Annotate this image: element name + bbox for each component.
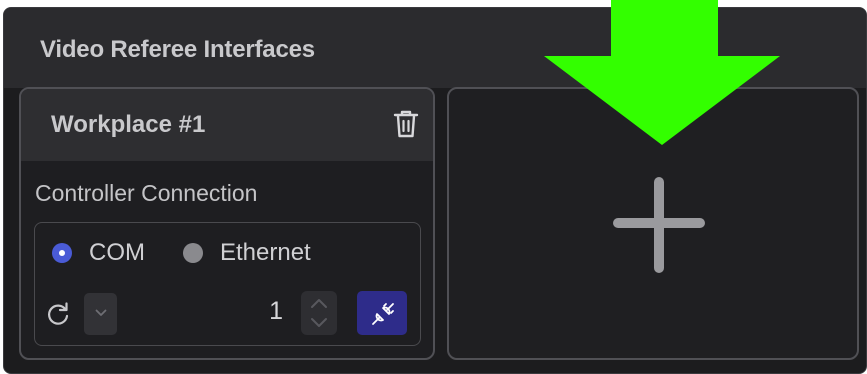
- plus-icon-bar: [613, 218, 705, 228]
- workplace-card: Workplace #1 Controller Connection COM E…: [19, 87, 435, 360]
- ethernet-label: Ethernet: [220, 239, 311, 266]
- panel-title: Video Referee Interfaces: [40, 36, 315, 63]
- port-number-stepper[interactable]: [301, 291, 337, 335]
- connect-button[interactable]: [357, 291, 407, 335]
- workplace-header: Workplace #1: [21, 89, 433, 161]
- chevron-down-icon: [95, 309, 107, 316]
- port-number-value[interactable]: 1: [125, 297, 283, 326]
- refresh-icon[interactable]: [46, 301, 70, 327]
- ethernet-radio[interactable]: [183, 243, 203, 263]
- stepper-arrows-icon: [311, 299, 327, 327]
- controller-connection-label: Controller Connection: [35, 180, 258, 206]
- port-select[interactable]: [84, 293, 117, 335]
- plug-connect-icon: [372, 303, 394, 325]
- com-radio[interactable]: [52, 243, 72, 263]
- trash-icon[interactable]: [392, 109, 420, 139]
- com-label: COM: [89, 239, 145, 266]
- connection-settings-box: COM Ethernet 1: [34, 222, 421, 346]
- workplace-title: Workplace #1: [51, 111, 206, 138]
- arrow-down-icon: [544, 0, 780, 145]
